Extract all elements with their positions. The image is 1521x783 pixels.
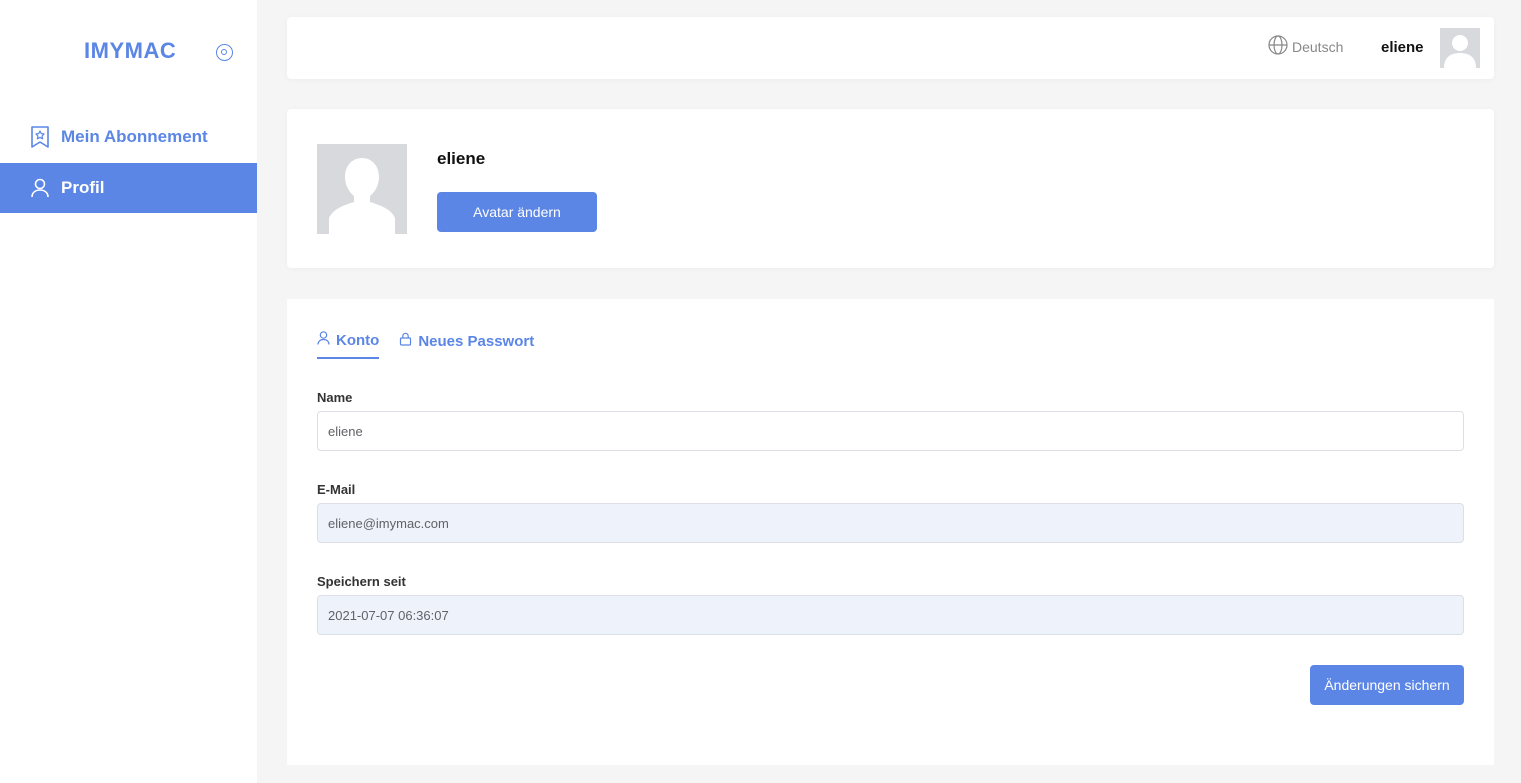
tab-account[interactable]: Konto xyxy=(317,327,380,359)
header-username[interactable]: eliene xyxy=(1381,39,1424,56)
user-icon xyxy=(317,331,330,349)
save-changes-button[interactable]: Änderungen sichern xyxy=(1310,665,1464,705)
sidebar-item-label: Mein Abonnement xyxy=(61,127,208,146)
tab-label: Neues Passwort xyxy=(418,332,535,350)
email-label: E-Mail xyxy=(317,482,356,497)
tab-bar: Konto Neues Passwort xyxy=(317,327,534,359)
since-field[interactable] xyxy=(317,595,1464,635)
avatar[interactable] xyxy=(1440,28,1480,68)
globe-icon xyxy=(1268,35,1288,58)
name-field[interactable] xyxy=(317,411,1464,451)
language-label: Deutsch xyxy=(1292,38,1344,55)
name-label: Name xyxy=(317,390,353,405)
profile-card: eliene Avatar ändern xyxy=(287,109,1494,268)
lock-icon xyxy=(399,332,412,350)
account-form-card: Konto Neues Passwort Name E-Mail Speiche… xyxy=(287,299,1494,765)
sidebar-item-label: Profil xyxy=(61,178,105,197)
sidebar-item-subscription[interactable]: Mein Abonnement xyxy=(0,112,257,162)
top-header: Deutsch eliene xyxy=(287,17,1494,79)
tab-label: Konto xyxy=(336,331,380,349)
profile-avatar xyxy=(317,144,407,234)
since-label: Speichern seit xyxy=(317,574,406,589)
sidebar-item-profile[interactable]: Profil xyxy=(0,163,257,213)
email-field[interactable] xyxy=(317,503,1464,543)
sidebar: IMYMAC Mein Abonnement Profil xyxy=(0,0,257,783)
tab-new-password[interactable]: Neues Passwort xyxy=(399,327,534,359)
user-icon xyxy=(30,177,50,199)
change-avatar-button[interactable]: Avatar ändern xyxy=(437,192,597,232)
profile-name: eliene xyxy=(437,149,486,168)
bookmark-star-icon xyxy=(30,126,50,148)
language-selector[interactable]: Deutsch xyxy=(1268,35,1343,58)
logo[interactable]: IMYMAC xyxy=(84,38,176,64)
collapse-sidebar-icon[interactable] xyxy=(216,44,233,61)
